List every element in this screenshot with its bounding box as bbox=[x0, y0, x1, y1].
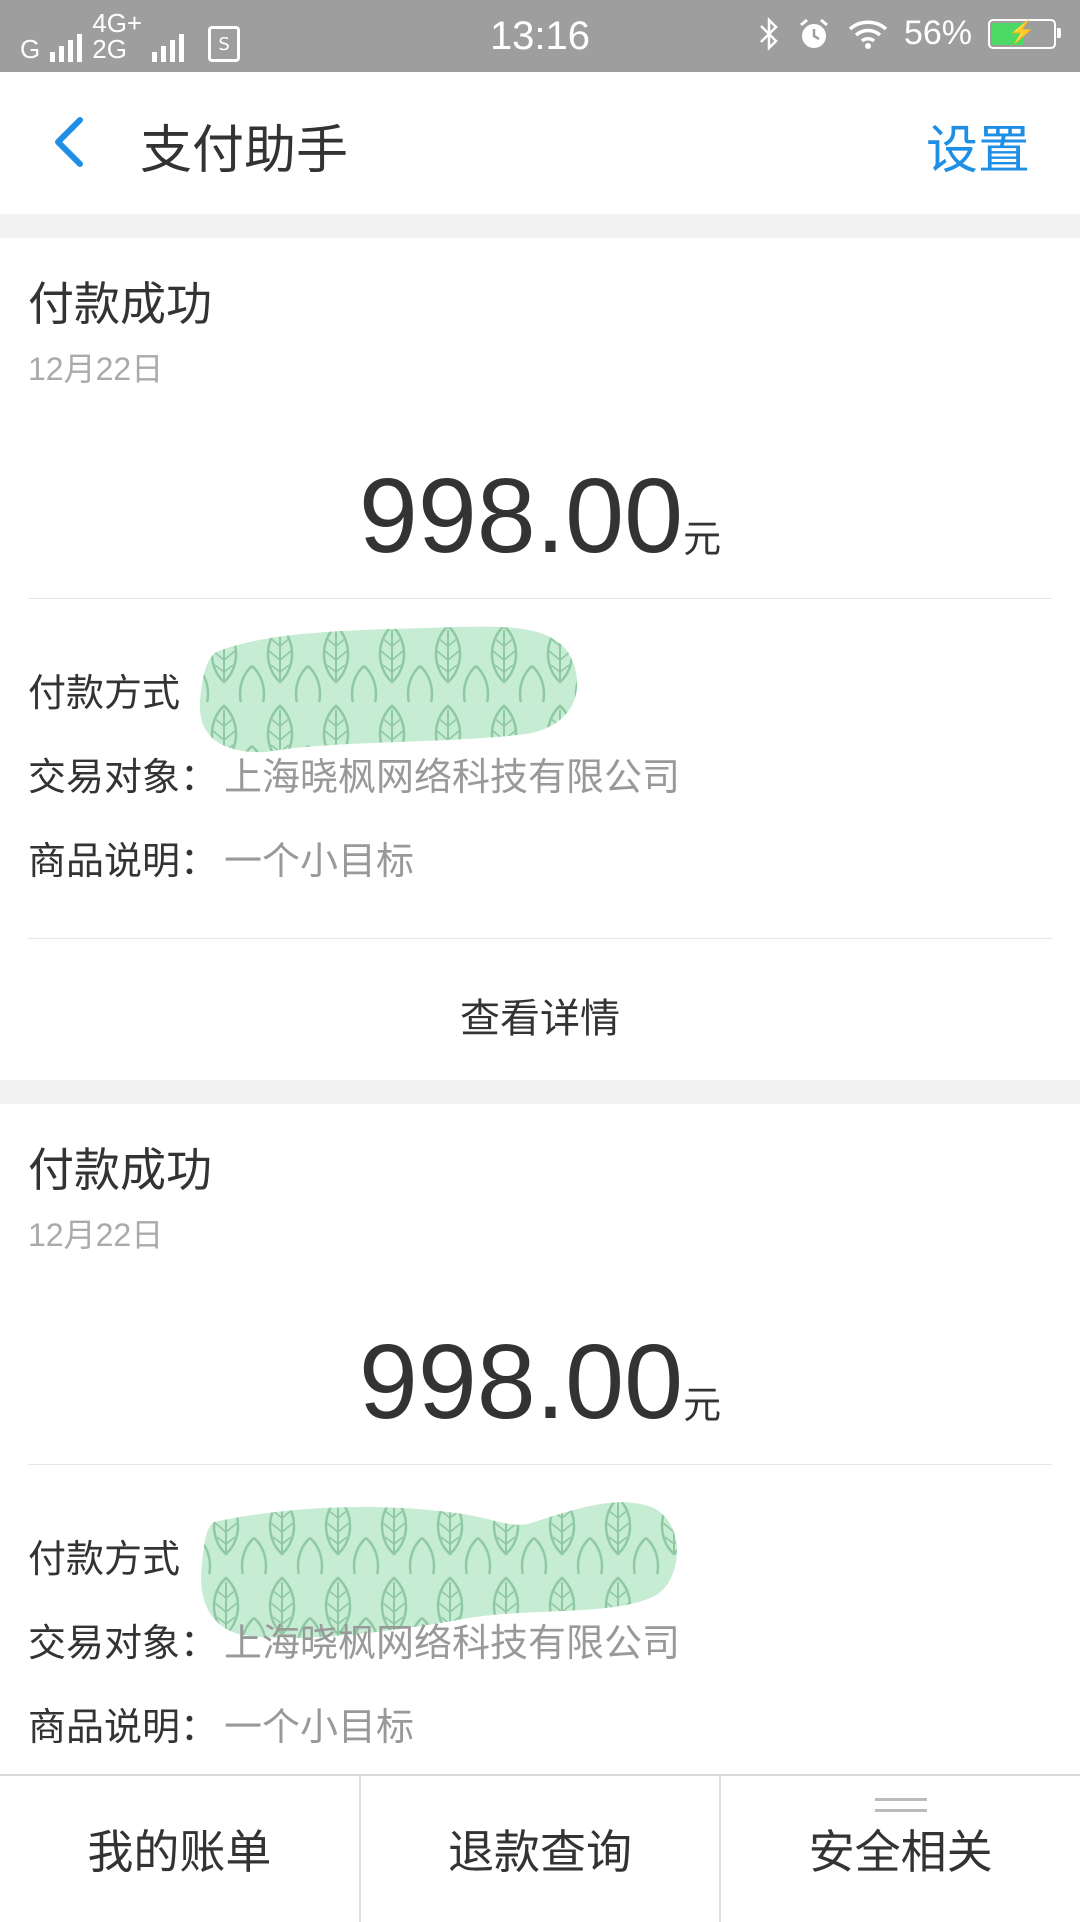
tab-label: 我的账单 bbox=[87, 1825, 272, 1879]
counterparty-label: 交易对象： bbox=[28, 755, 219, 799]
counterparty-value: 上海晓枫网络科技有限公司 bbox=[224, 1621, 681, 1665]
nav-bar: 支付助手 设置 bbox=[0, 72, 1080, 214]
amount-unit: 元 bbox=[683, 1383, 722, 1427]
pay-method-label: 付款方式 bbox=[28, 1537, 181, 1581]
counterparty-row: 交易对象： 上海晓枫网络科技有限公司 bbox=[28, 1612, 680, 1667]
item-value: 一个小目标 bbox=[224, 1705, 415, 1749]
status-right: 56% ⚡ bbox=[758, 14, 1061, 53]
bottom-tab-bar: 我的账单 退款查询 安全相关 bbox=[0, 1774, 1080, 1922]
pay-method-row: 付款方式 bbox=[28, 1528, 180, 1583]
tab-my-bills[interactable]: 我的账单 bbox=[0, 1776, 359, 1922]
battery-icon: ⚡ bbox=[988, 18, 1061, 49]
back-arrow-icon[interactable] bbox=[42, 112, 102, 172]
divider bbox=[28, 598, 1052, 599]
tab-security[interactable]: 安全相关 bbox=[719, 1776, 1080, 1922]
view-details-button[interactable]: 查看详情 bbox=[0, 986, 1080, 1044]
alarm-icon bbox=[799, 18, 828, 48]
pay-method-row: 付款方式 bbox=[28, 662, 180, 717]
card-title: 付款成功 bbox=[28, 1143, 212, 1197]
item-value: 一个小目标 bbox=[224, 839, 415, 883]
page-title: 支付助手 bbox=[140, 121, 349, 181]
pay-method-label: 付款方式 bbox=[28, 671, 181, 715]
tab-refund-query[interactable]: 退款查询 bbox=[358, 1776, 720, 1922]
counterparty-value: 上海晓枫网络科技有限公司 bbox=[224, 755, 681, 799]
amount-unit: 元 bbox=[683, 517, 722, 561]
card-date: 12月22日 bbox=[28, 1217, 164, 1253]
card-title: 付款成功 bbox=[28, 277, 212, 331]
item-row: 商品说明： 一个小目标 bbox=[28, 830, 414, 885]
tab-label: 安全相关 bbox=[808, 1825, 993, 1879]
redaction-mask bbox=[199, 626, 578, 753]
counterparty-label: 交易对象： bbox=[28, 1621, 219, 1665]
payment-card-2[interactable]: 付款成功 12月22日 998.00元 付款方式 交易对象： 上海晓枫网络科技有限… bbox=[0, 1104, 1080, 1774]
tab-label: 退款查询 bbox=[448, 1825, 632, 1879]
charging-icon: ⚡ bbox=[1008, 18, 1036, 44]
amount-value: 998.00 bbox=[358, 1323, 684, 1441]
bluetooth-icon bbox=[760, 16, 778, 51]
amount-display: 998.00元 bbox=[0, 456, 1080, 577]
status-bar: G 4G+ 2G S 13:16 56% ⚡ bbox=[0, 0, 1080, 72]
menu-lines-icon bbox=[874, 1798, 927, 1820]
item-label: 商品说明： bbox=[28, 839, 219, 883]
item-row: 商品说明： 一个小目标 bbox=[28, 1696, 414, 1751]
item-label: 商品说明： bbox=[28, 1705, 219, 1749]
divider bbox=[28, 1464, 1052, 1465]
divider bbox=[28, 938, 1052, 939]
battery-percent: 56% bbox=[903, 14, 972, 52]
amount-value: 998.00 bbox=[358, 457, 684, 575]
amount-display: 998.00元 bbox=[0, 1322, 1080, 1443]
counterparty-row: 交易对象： 上海晓枫网络科技有限公司 bbox=[28, 746, 680, 801]
wifi-icon bbox=[848, 20, 888, 49]
card-date: 12月22日 bbox=[28, 351, 164, 387]
settings-button[interactable]: 设置 bbox=[926, 108, 1030, 183]
payment-card-1[interactable]: 付款成功 12月22日 998.00元 付款方式 交易对象： 上海晓枫网络科技有限… bbox=[0, 238, 1080, 1080]
